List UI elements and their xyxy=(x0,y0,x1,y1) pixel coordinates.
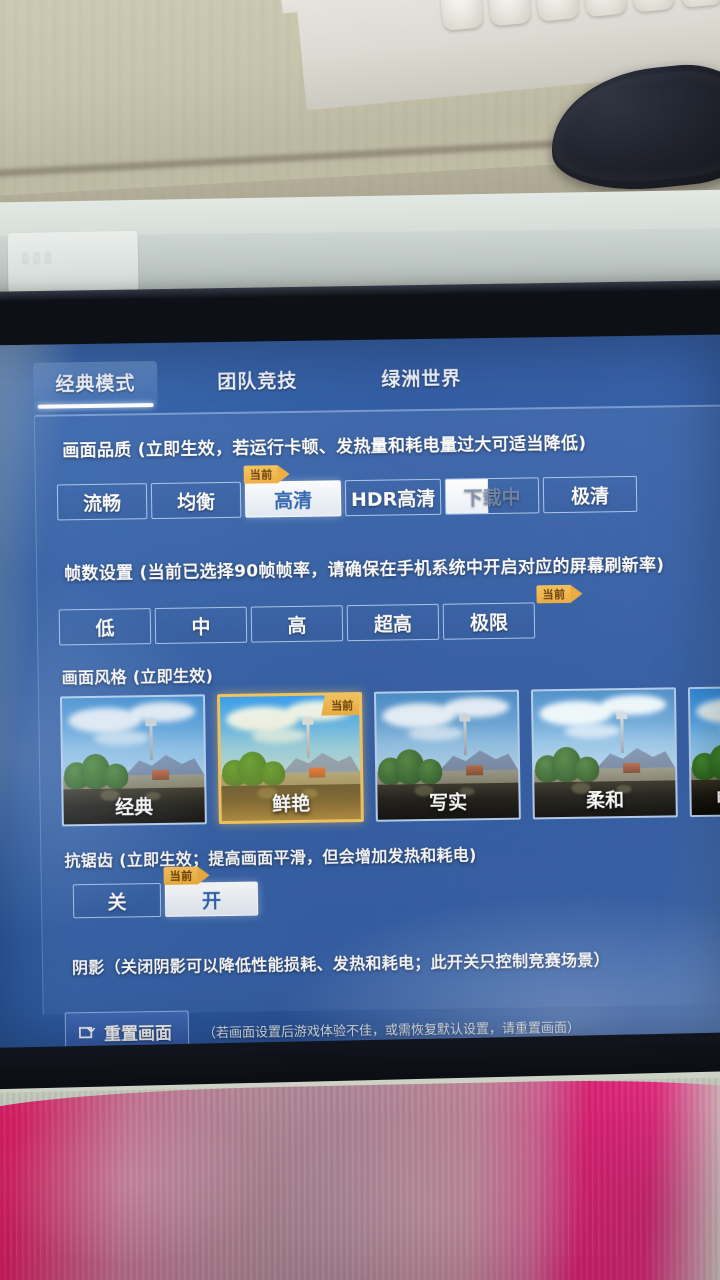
tablet-screen: 经典模式 团队竞技 绿洲世界 画面品质 (立即生效，若运行卡顿、发热量和耗电量过… xyxy=(0,334,720,1056)
current-badge-framerate: 当前 xyxy=(536,584,571,604)
framerate-option-ultra-label: 超高 xyxy=(373,612,413,636)
style-thumbnail-row: 经典 当前 鲜艳 写实 柔和 电影 xyxy=(59,684,720,827)
framerate-option-medium[interactable]: 中 xyxy=(154,606,248,645)
current-badge-antialias: 当前 xyxy=(163,866,198,885)
style-section-title: 画面风格 (立即生效) xyxy=(61,666,214,688)
style-thumb-cinematic[interactable]: 电影 xyxy=(687,684,720,818)
quality-option-smooth-label: 流畅 xyxy=(82,492,122,515)
current-badge-quality: 当前 xyxy=(243,465,278,484)
keyboard-key xyxy=(677,0,720,8)
keyboard-key xyxy=(438,0,484,31)
quality-option-ultra-hd[interactable]: 极清 xyxy=(542,475,638,514)
tab-oasis-world[interactable]: 绿洲世界 xyxy=(359,356,484,401)
keyboard-key xyxy=(582,0,627,18)
framerate-option-low-label: 低 xyxy=(95,617,115,640)
current-badge-style: 当前 xyxy=(321,695,359,716)
framerate-option-row: 低 中 高 超高 极限 xyxy=(58,602,536,646)
game-settings-ui: 经典模式 团队竞技 绿洲世界 画面品质 (立即生效，若运行卡顿、发热量和耗电量过… xyxy=(0,335,720,1056)
style-thumb-soft[interactable]: 柔和 xyxy=(530,687,678,820)
style-thumb-classic[interactable]: 经典 xyxy=(59,694,207,827)
case-tab-marking: ▯▯▯ xyxy=(21,250,56,266)
pink-towel xyxy=(0,1076,720,1280)
antialias-option-off[interactable]: 关 xyxy=(72,882,162,919)
framerate-option-extreme-label: 极限 xyxy=(469,611,509,634)
framerate-option-ultra[interactable]: 超高 xyxy=(346,603,440,642)
style-thumb-vivid[interactable]: 当前 鲜艳 xyxy=(216,691,364,825)
style-thumb-classic-label: 经典 xyxy=(114,796,154,819)
style-thumb-soft-label: 柔和 xyxy=(585,789,625,812)
quality-option-ultra-hd-label: 极清 xyxy=(570,484,610,508)
quality-option-balanced[interactable]: 均衡 xyxy=(150,481,242,520)
quality-option-hdr-hd-label: HDR高清 xyxy=(350,487,436,511)
quality-option-hdr-hd[interactable]: HDR高清 xyxy=(344,478,442,517)
reset-graphics-label: 重置画面 xyxy=(103,1023,173,1045)
quality-option-hd-label: 高清 xyxy=(273,489,313,512)
framerate-option-high-label: 高 xyxy=(287,614,307,637)
antialias-option-on-label: 开 xyxy=(201,889,222,912)
keyboard-keys xyxy=(295,0,720,61)
keyboard-key xyxy=(534,0,580,22)
style-thumb-cinematic-label: 电影 xyxy=(715,787,720,810)
style-thumb-realistic[interactable]: 写实 xyxy=(373,689,521,822)
keyboard-key xyxy=(486,0,532,27)
quality-option-smooth[interactable]: 流畅 xyxy=(56,483,148,521)
towel-folds-shading xyxy=(0,1076,720,1280)
tab-team-deathmatch[interactable]: 团队竞技 xyxy=(195,359,320,404)
tab-classic-mode[interactable]: 经典模式 xyxy=(33,360,158,406)
framerate-option-high[interactable]: 高 xyxy=(250,605,344,643)
tablet-case-tab: ▯▯▯ xyxy=(7,230,139,294)
keyboard-key xyxy=(629,0,675,13)
quality-option-hd[interactable]: 当前 高清 xyxy=(243,465,342,518)
antialias-option-row: 关 当前 开 xyxy=(72,866,259,919)
reset-arrow-icon xyxy=(78,1026,96,1039)
quality-option-downloading[interactable]: 下载中 xyxy=(444,477,540,515)
quality-option-downloading-label: 下载中 xyxy=(463,486,521,509)
photograph-of-tablet: ▯▯▯ 经典模式 团队竞技 绿洲世界 画面品质 (立即生效，若运行卡顿、发热量和… xyxy=(0,0,720,1280)
framerate-option-extreme[interactable]: 极限 xyxy=(442,602,536,640)
style-thumb-vivid-label: 鲜艳 xyxy=(271,792,311,816)
quality-option-balanced-label: 均衡 xyxy=(176,490,216,514)
style-thumb-realistic-label: 写实 xyxy=(428,791,468,814)
antialias-option-on[interactable]: 当前 开 xyxy=(163,866,259,917)
mode-tabs: 经典模式 团队竞技 绿洲世界 xyxy=(33,356,484,406)
framerate-option-low[interactable]: 低 xyxy=(58,608,152,646)
framerate-option-medium-label: 中 xyxy=(191,615,211,638)
antialias-option-off-label: 关 xyxy=(107,890,127,914)
